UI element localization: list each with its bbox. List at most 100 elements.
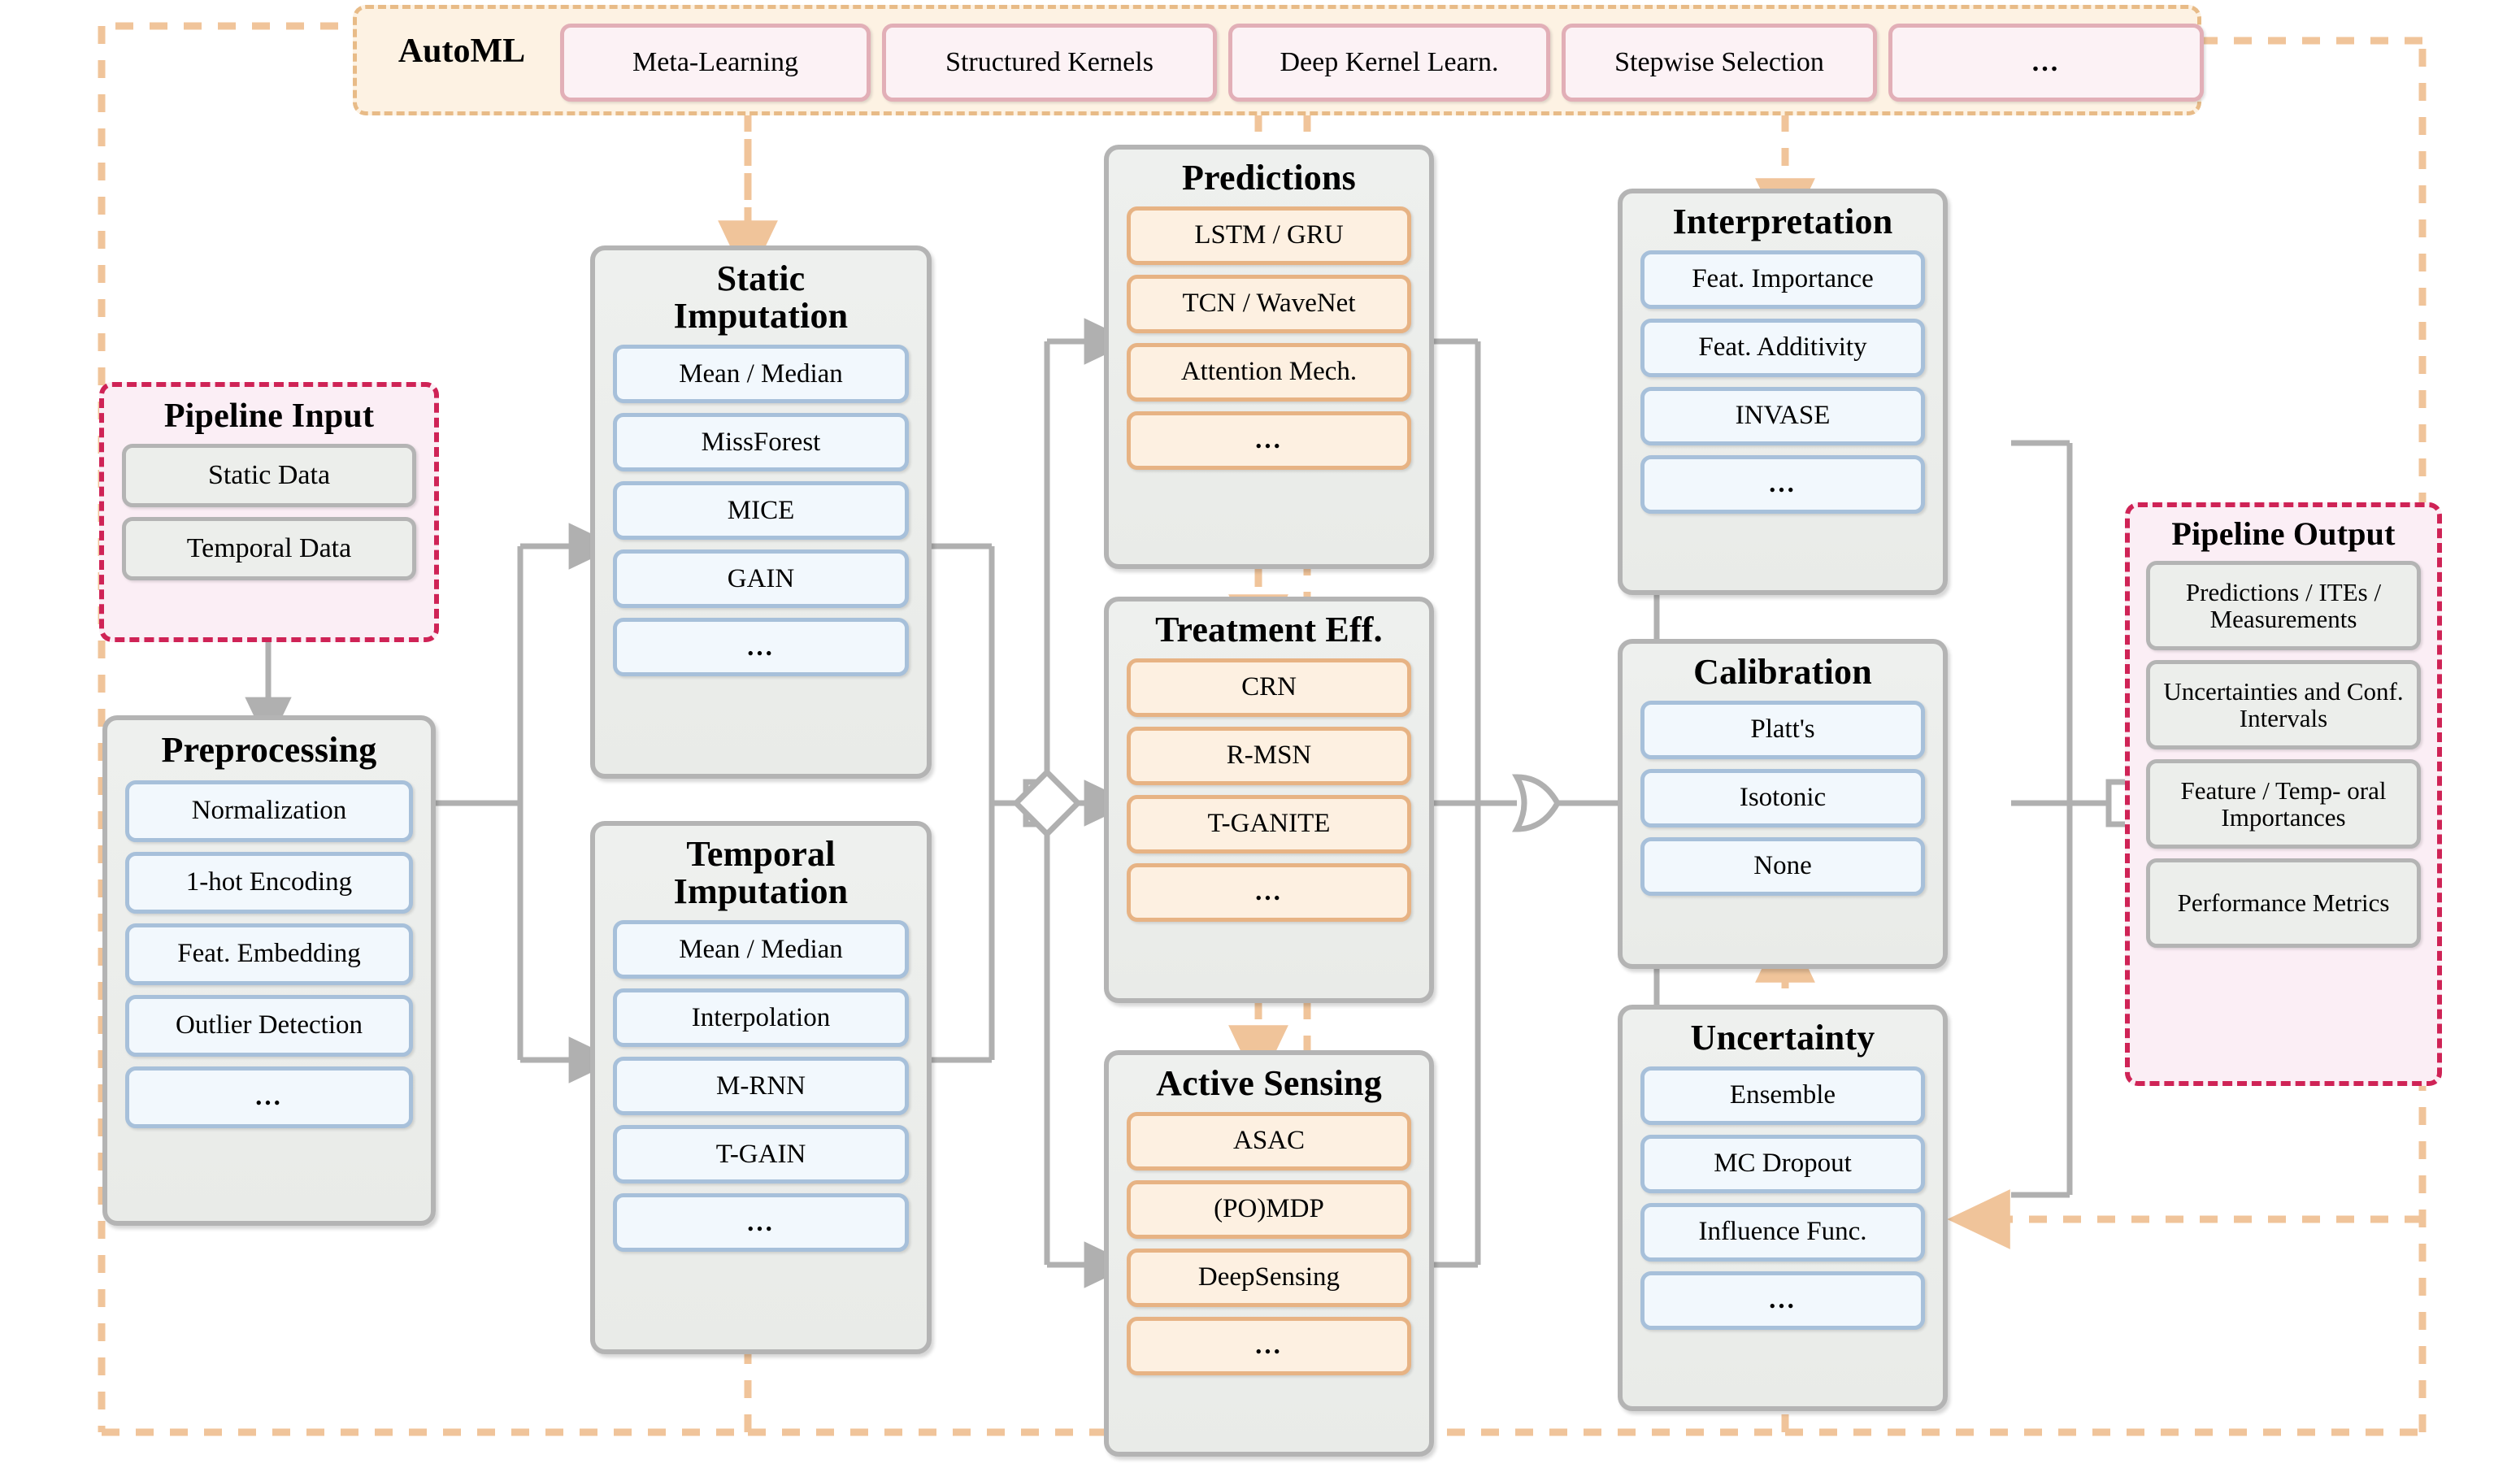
temporal-imputation-item-t-gain[interactable]: T-GAIN bbox=[613, 1125, 909, 1184]
static-imputation-panel: Static Imputation Mean / Median MissFore… bbox=[590, 245, 932, 779]
pipeline-output-item-uncertainties-ci[interactable]: Uncertainties and Conf. Intervals bbox=[2146, 660, 2421, 749]
temporal-imputation-item-interpolation[interactable]: Interpolation bbox=[613, 988, 909, 1048]
preprocessing-item-feat-embedding[interactable]: Feat. Embedding bbox=[125, 923, 413, 986]
treatment-eff-item-t-ganite[interactable]: T-GANITE bbox=[1127, 795, 1411, 854]
item-label: M-RNN bbox=[715, 1071, 806, 1101]
active-sensing-item-asac[interactable]: ASAC bbox=[1127, 1112, 1411, 1171]
diagram-canvas: AutoML Meta-Learning Structured Kernels … bbox=[0, 0, 2520, 1468]
static-imputation-item-mice[interactable]: MICE bbox=[613, 481, 909, 541]
temporal-imputation-item-mean-median[interactable]: Mean / Median bbox=[613, 920, 909, 979]
calibration-panel: Calibration Platt's Isotonic None bbox=[1618, 639, 1948, 969]
pipeline-output-item-predictions-ites[interactable]: Predictions / ITEs / Measurements bbox=[2146, 561, 2421, 650]
predictions-item-attention-mech[interactable]: Attention Mech. bbox=[1127, 343, 1411, 402]
item-label: Isotonic bbox=[1739, 783, 1827, 813]
item-label: ... bbox=[1255, 877, 1283, 907]
item-label: CRN bbox=[1241, 672, 1297, 702]
static-imputation-item-missforest[interactable]: MissForest bbox=[613, 413, 909, 472]
automl-method-more[interactable]: ... bbox=[1888, 24, 2204, 102]
uncertainty-item-influence-func[interactable]: Influence Func. bbox=[1640, 1203, 1925, 1262]
item-label: MC Dropout bbox=[1714, 1149, 1852, 1179]
preprocessing-item-onehot-encoding[interactable]: 1-hot Encoding bbox=[125, 852, 413, 914]
treatment-eff-panel: Treatment Eff. CRN R-MSN T-GANITE ... bbox=[1104, 597, 1434, 1003]
item-label: ... bbox=[1255, 1331, 1283, 1361]
predictions-item-tcn-wavenet[interactable]: TCN / WaveNet bbox=[1127, 275, 1411, 334]
static-imputation-item-mean-median[interactable]: Mean / Median bbox=[613, 345, 909, 404]
uncertainty-item-ensemble[interactable]: Ensemble bbox=[1640, 1066, 1925, 1126]
uncertainty-item-mc-dropout[interactable]: MC Dropout bbox=[1640, 1135, 1925, 1194]
preprocessing-item-normalization[interactable]: Normalization bbox=[125, 780, 413, 843]
item-label: Outlier Detection bbox=[175, 1010, 363, 1040]
pipeline-input-item-temporal-data[interactable]: Temporal Data bbox=[122, 517, 416, 581]
static-imputation-item-more[interactable]: ... bbox=[613, 618, 909, 677]
pipeline-input-item-static-data[interactable]: Static Data bbox=[122, 444, 416, 508]
automl-method-label: Structured Kernels bbox=[945, 46, 1154, 77]
title-line-1: Static bbox=[716, 258, 806, 298]
item-label: MICE bbox=[727, 495, 795, 525]
preprocessing-item-more[interactable]: ... bbox=[125, 1066, 413, 1129]
item-label: Feat. Importance bbox=[1692, 264, 1874, 294]
automl-method-meta-learning[interactable]: Meta-Learning bbox=[560, 24, 871, 102]
calibration-item-none[interactable]: None bbox=[1640, 837, 1925, 897]
predictions-panel: Predictions LSTM / GRU TCN / WaveNet Att… bbox=[1104, 145, 1434, 569]
treatment-eff-item-crn[interactable]: CRN bbox=[1127, 658, 1411, 718]
active-sensing-item-pomdp[interactable]: (PO)MDP bbox=[1127, 1180, 1411, 1240]
split-junction-diamond bbox=[1012, 768, 1082, 838]
item-label: Influence Func. bbox=[1698, 1217, 1867, 1247]
item-label: T-GANITE bbox=[1207, 809, 1331, 839]
preprocessing-panel: Preprocessing Normalization 1-hot Encodi… bbox=[102, 715, 436, 1226]
item-label: GAIN bbox=[727, 563, 795, 593]
predictions-item-more[interactable]: ... bbox=[1127, 411, 1411, 471]
active-sensing-title: Active Sensing bbox=[1156, 1063, 1382, 1103]
item-label: Mean / Median bbox=[679, 934, 843, 964]
treatment-eff-title: Treatment Eff. bbox=[1155, 610, 1383, 649]
treatment-eff-item-more[interactable]: ... bbox=[1127, 863, 1411, 923]
calibration-title: Calibration bbox=[1693, 652, 1872, 692]
item-label: Feat. Embedding bbox=[177, 939, 361, 969]
automl-method-label: ... bbox=[2031, 46, 2061, 77]
interpretation-item-invase[interactable]: INVASE bbox=[1640, 387, 1925, 446]
pipeline-output-title: Pipeline Output bbox=[2171, 515, 2396, 552]
automl-method-stepwise-selection[interactable]: Stepwise Selection bbox=[1562, 24, 1877, 102]
calibration-item-platts[interactable]: Platt's bbox=[1640, 701, 1925, 760]
interpretation-item-more[interactable]: ... bbox=[1640, 455, 1925, 515]
preprocessing-title: Preprocessing bbox=[161, 730, 377, 770]
item-label: Interpolation bbox=[691, 1002, 831, 1032]
item-label: Normalization bbox=[191, 796, 347, 826]
predictions-item-lstm-gru[interactable]: LSTM / GRU bbox=[1127, 206, 1411, 266]
active-sensing-item-more[interactable]: ... bbox=[1127, 1317, 1411, 1376]
item-label: ... bbox=[747, 1207, 775, 1237]
active-sensing-item-deepsensing[interactable]: DeepSensing bbox=[1127, 1249, 1411, 1308]
static-imputation-item-gain[interactable]: GAIN bbox=[613, 549, 909, 609]
temporal-imputation-item-m-rnn[interactable]: M-RNN bbox=[613, 1057, 909, 1116]
item-label: Performance Metrics bbox=[2177, 888, 2390, 918]
item-label: Attention Mech. bbox=[1180, 357, 1358, 387]
interpretation-panel: Interpretation Feat. Importance Feat. Ad… bbox=[1618, 189, 1948, 595]
interpretation-item-feat-additivity[interactable]: Feat. Additivity bbox=[1640, 319, 1925, 378]
uncertainty-item-more[interactable]: ... bbox=[1640, 1271, 1925, 1331]
item-label: Feature / Temp- oral Importances bbox=[2180, 775, 2387, 832]
merge-junction-models bbox=[1512, 774, 1562, 832]
automl-label: AutoML bbox=[398, 33, 526, 70]
automl-methods: Meta-Learning Structured Kernels Deep Ke… bbox=[560, 24, 2204, 102]
interpretation-title: Interpretation bbox=[1672, 202, 1893, 241]
item-label: 1-hot Encoding bbox=[185, 867, 353, 897]
item-label: ... bbox=[1255, 425, 1283, 455]
automl-method-structured-kernels[interactable]: Structured Kernels bbox=[882, 24, 1217, 102]
item-label: (PO)MDP bbox=[1214, 1194, 1324, 1224]
treatment-eff-item-r-msn[interactable]: R-MSN bbox=[1127, 727, 1411, 786]
item-label: Uncertainties and Conf. Intervals bbox=[2163, 676, 2404, 732]
interpretation-item-feat-importance[interactable]: Feat. Importance bbox=[1640, 250, 1925, 310]
item-label: INVASE bbox=[1735, 401, 1831, 431]
item-label: R-MSN bbox=[1226, 741, 1312, 771]
automl-method-label: Deep Kernel Learn. bbox=[1280, 46, 1499, 77]
item-label: MissForest bbox=[701, 427, 821, 457]
temporal-imputation-title: Temporal Imputation bbox=[595, 835, 927, 910]
pipeline-output-item-performance-metrics[interactable]: Performance Metrics bbox=[2146, 858, 2421, 948]
temporal-imputation-item-more[interactable]: ... bbox=[613, 1193, 909, 1253]
calibration-item-isotonic[interactable]: Isotonic bbox=[1640, 769, 1925, 828]
temporal-imputation-panel: Temporal Imputation Mean / Median Interp… bbox=[590, 821, 932, 1354]
automl-method-deep-kernel-learn[interactable]: Deep Kernel Learn. bbox=[1228, 24, 1550, 102]
preprocessing-item-outlier-detection[interactable]: Outlier Detection bbox=[125, 995, 413, 1058]
pipeline-output-item-feature-temporal-importances[interactable]: Feature / Temp- oral Importances bbox=[2146, 759, 2421, 849]
pipeline-output-panel: Pipeline Output Predictions / ITEs / Mea… bbox=[2125, 502, 2442, 1086]
